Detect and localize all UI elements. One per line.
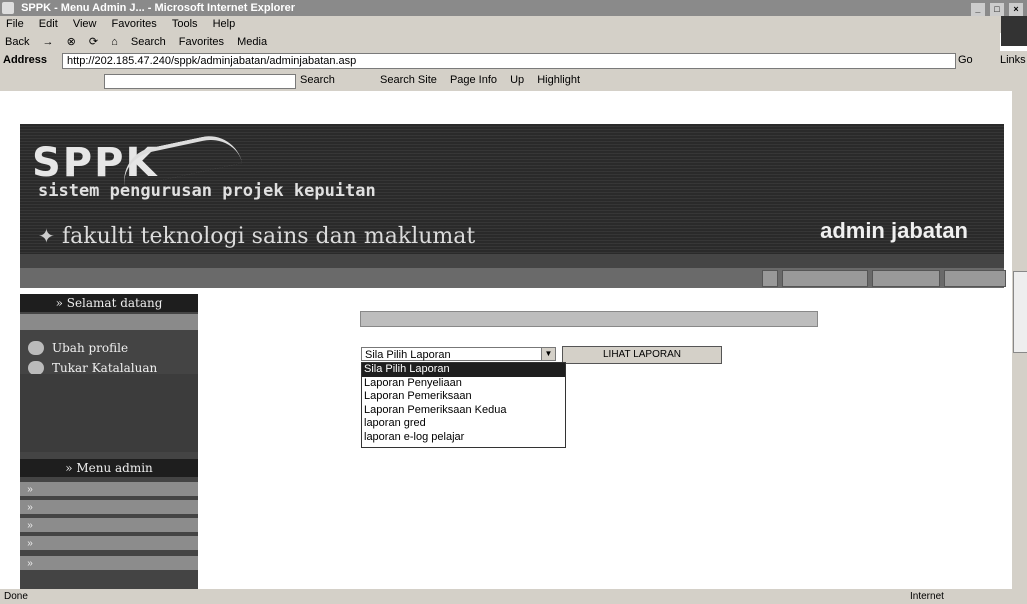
report-select-value: Sila Pilih Laporan: [365, 349, 451, 361]
vertical-scrollbar[interactable]: [1012, 91, 1027, 589]
nav-square-icon[interactable]: [762, 270, 778, 287]
faculty-emblem-icon: ✦: [38, 226, 55, 248]
report-option[interactable]: laporan e-log pelajar: [362, 431, 565, 445]
report-dropdown-list: Sila Pilih Laporan Laporan Penyeliaan La…: [361, 362, 566, 448]
stop-icon[interactable]: ⊗: [67, 36, 76, 48]
nav-button-2[interactable]: [872, 270, 940, 287]
menu-file[interactable]: File: [6, 18, 24, 30]
favorites-button[interactable]: Favorites: [179, 36, 224, 48]
minimize-button[interactable]: _: [970, 3, 985, 16]
report-option[interactable]: Laporan Penyeliaan: [362, 377, 565, 391]
nav-button-1[interactable]: [782, 270, 868, 287]
user-info: [20, 314, 198, 330]
menu-admin-item[interactable]: »: [20, 500, 198, 514]
status-bar: Done Internet: [0, 589, 1027, 604]
view-report-button[interactable]: LIHAT LAPORAN: [562, 346, 722, 364]
links-button[interactable]: Links: [1000, 54, 1026, 66]
arrow-right-icon: »: [27, 520, 33, 531]
back-button[interactable]: Back: [5, 36, 29, 48]
address-input[interactable]: http://202.185.47.240/sppk/adminjabatan/…: [62, 53, 956, 69]
report-select[interactable]: Sila Pilih Laporan ▼: [361, 347, 556, 361]
menu-admin-item[interactable]: »: [20, 556, 198, 570]
role-title: admin jabatan: [820, 218, 968, 243]
dropdown-arrow-icon[interactable]: ▼: [541, 348, 555, 360]
menu-admin-title: Menu admin: [76, 461, 153, 475]
sidebar-item-label: Tukar Katalaluan: [52, 361, 158, 375]
menu-bar: File Edit View Favorites Tools Help: [0, 16, 1027, 46]
ie-throbber-icon: [1001, 16, 1027, 46]
nav-button-3[interactable]: [944, 270, 1006, 287]
welcome-arrow-icon: »: [55, 296, 67, 310]
window-title-bar: SPPK - Menu Admin J... - Microsoft Inter…: [0, 0, 1027, 16]
menu-admin-item[interactable]: »: [20, 482, 198, 496]
home-icon[interactable]: ⌂: [111, 36, 118, 48]
welcome-header: » Selamat datang: [20, 294, 198, 312]
forward-button[interactable]: →: [43, 36, 54, 48]
media-button[interactable]: Media: [237, 36, 267, 48]
menu-view[interactable]: View: [73, 18, 97, 30]
refresh-icon[interactable]: ⟳: [89, 36, 98, 48]
key-icon: [28, 361, 44, 375]
menu-admin-item[interactable]: »: [20, 518, 198, 532]
arrow-right-icon: »: [27, 538, 33, 549]
up-button[interactable]: Up: [510, 74, 524, 86]
address-bar: Address http://202.185.47.240/sppk/admin…: [0, 51, 1027, 71]
top-nav-bar: [20, 268, 1006, 288]
welcome-text: Selamat datang: [66, 296, 163, 310]
highlight-button[interactable]: Highlight: [537, 74, 580, 86]
search-button[interactable]: Search: [131, 36, 166, 48]
sidebar-item-ubah-profile[interactable]: Ubah profile: [20, 338, 198, 358]
profile-icon: [28, 341, 44, 355]
menu-arrow-icon: »: [65, 461, 77, 475]
google-search-button[interactable]: Search: [300, 74, 335, 86]
window-controls: _ □ ×: [969, 1, 1023, 17]
arrow-right-icon: »: [27, 502, 33, 513]
standard-toolbar: Back → ⊗ ⟳ ⌂ Search Favorites Media: [0, 33, 1000, 51]
window-title: SPPK - Menu Admin J... - Microsoft Inter…: [21, 2, 296, 14]
page-info-button[interactable]: Page Info: [450, 74, 497, 86]
report-option[interactable]: Sila Pilih Laporan: [362, 363, 565, 377]
maximize-button[interactable]: □: [989, 3, 1004, 16]
report-option[interactable]: laporan gred: [362, 417, 565, 431]
menu-admin-item[interactable]: »: [20, 536, 198, 550]
banner-bottom-strip: [20, 254, 1004, 268]
google-search-input[interactable]: [104, 74, 296, 89]
scrollbar-thumb[interactable]: [1013, 271, 1027, 353]
report-option[interactable]: Laporan Pemeriksaan: [362, 390, 565, 404]
arrow-right-icon: »: [27, 484, 33, 495]
status-text: Done: [4, 591, 28, 602]
menu-favorites[interactable]: Favorites: [112, 18, 157, 30]
close-button[interactable]: ×: [1009, 3, 1023, 16]
report-panel-title: [360, 311, 818, 327]
search-site-button[interactable]: Search Site: [380, 74, 437, 86]
sidebar-spacer: [20, 374, 198, 452]
faculty-name: fakulti teknologi sains dan maklumat: [62, 224, 476, 249]
arrow-right-icon: »: [27, 558, 33, 569]
sidebar: » Selamat datang Ubah profile Tukar Kata…: [20, 294, 198, 589]
menu-tools[interactable]: Tools: [172, 18, 198, 30]
google-toolbar: Search Search Site Page Info Up Highligh…: [0, 71, 1027, 91]
menu-admin-header: » Menu admin: [20, 459, 198, 477]
site-banner: SPPK sistem pengurusan projek kepuitan ✦…: [20, 124, 1004, 268]
report-option[interactable]: Laporan Pemeriksaan Kedua: [362, 404, 565, 418]
zone-indicator: Internet: [910, 591, 944, 602]
address-label: Address: [3, 54, 48, 66]
go-button[interactable]: Go: [958, 54, 973, 66]
sidebar-item-label: Ubah profile: [52, 341, 129, 355]
menu-edit[interactable]: Edit: [39, 18, 58, 30]
banner-subtitle: sistem pengurusan projek kepuitan: [38, 181, 376, 201]
menu-help[interactable]: Help: [213, 18, 236, 30]
ie-icon: [2, 2, 14, 14]
